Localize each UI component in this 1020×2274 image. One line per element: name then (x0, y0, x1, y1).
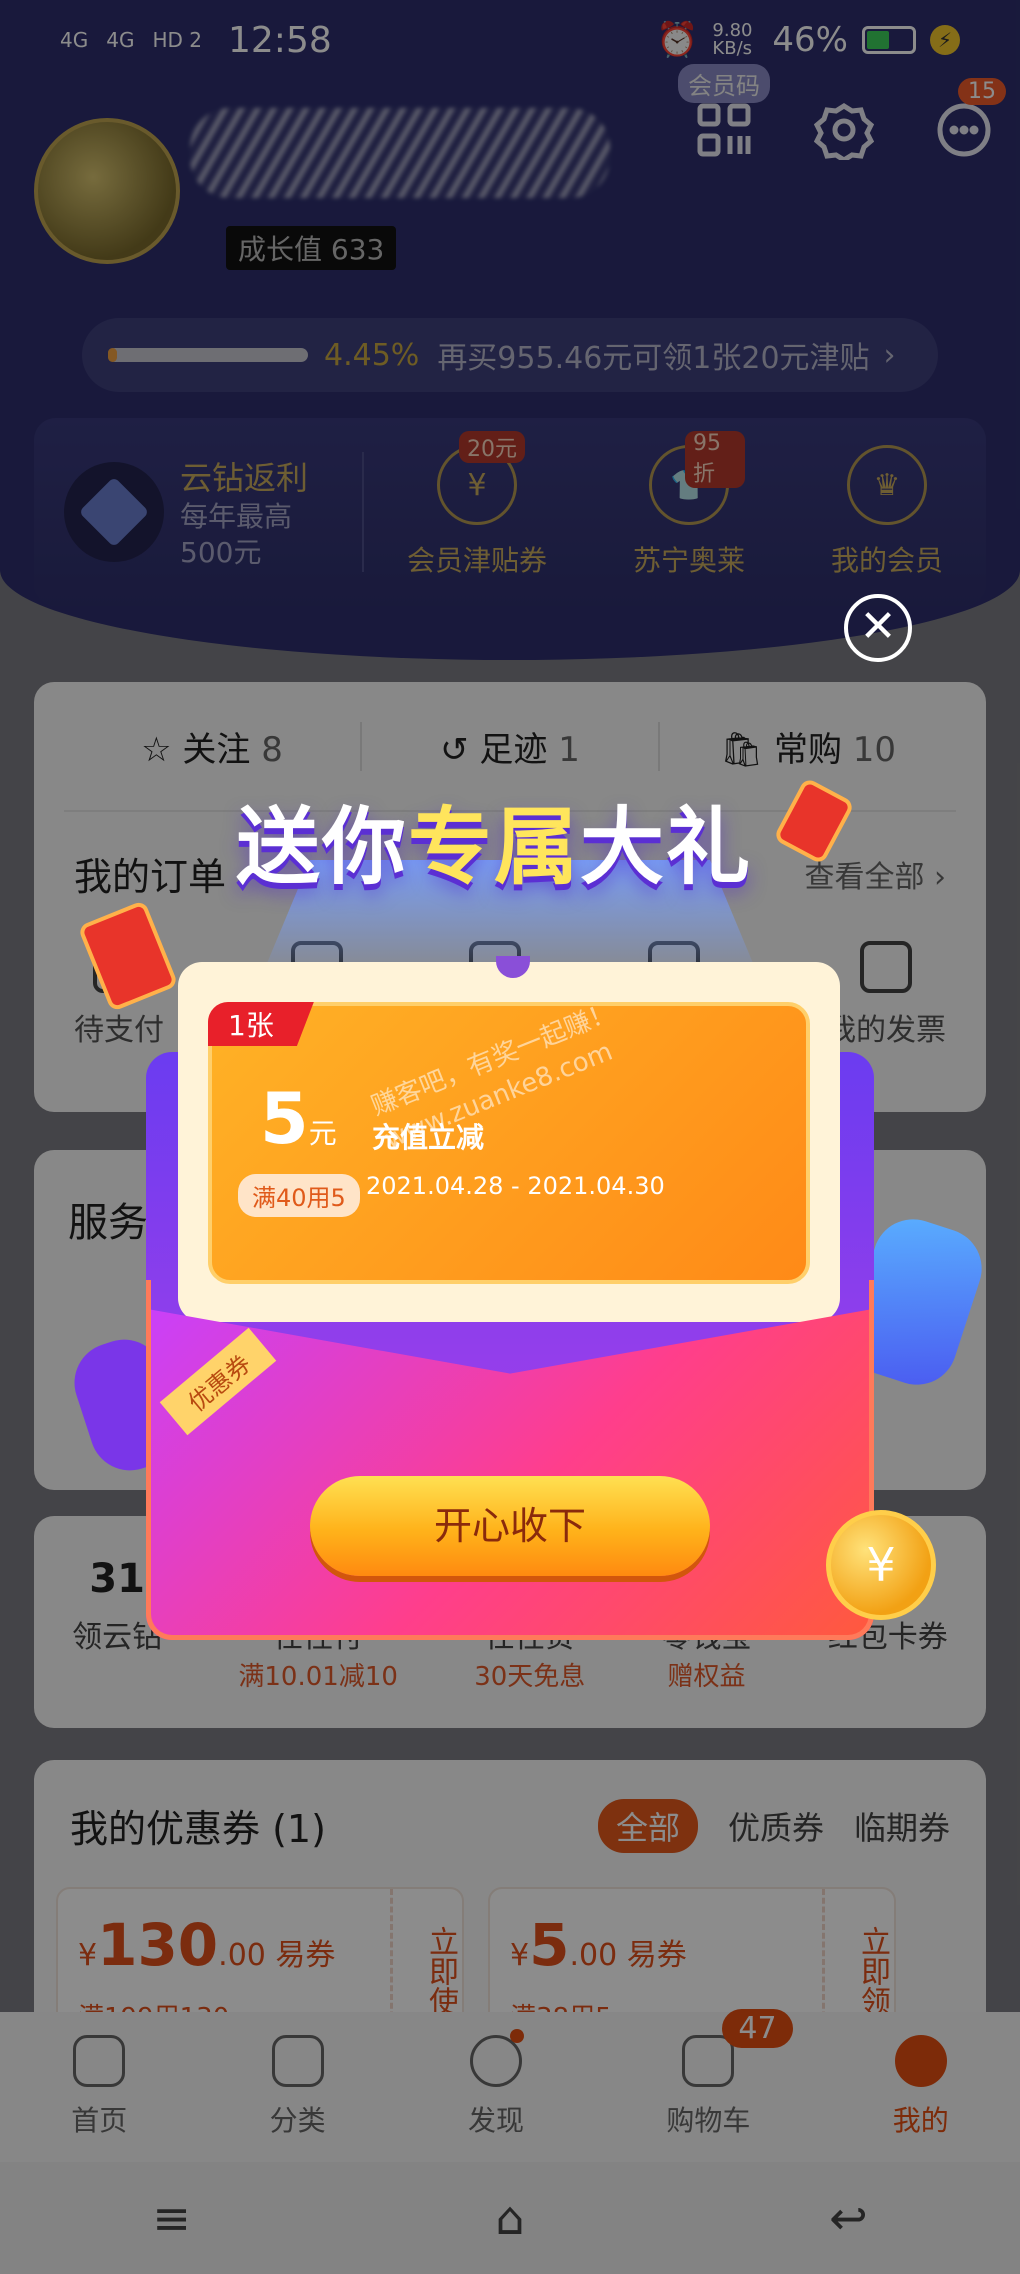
coupon-quantity-tag: 1张 (208, 1002, 314, 1046)
accept-gift-button[interactable]: 开心收下 (310, 1476, 710, 1576)
close-popup-button[interactable]: ✕ (844, 594, 912, 662)
title-post: 大礼 (580, 798, 753, 896)
gift-amount-value: 5 (260, 1078, 309, 1160)
letter-notch (496, 956, 530, 978)
coupon-letter: 1张 5元 满40用5 充值立减 2021.04.28 - 2021.04.30 (178, 956, 840, 1322)
gift-coupon-amount: 5元 (260, 1078, 337, 1160)
gift-coupon-condition: 满40用5 (238, 1174, 360, 1217)
envelope-frame (146, 1280, 874, 1640)
gift-amount-unit: 元 (308, 1117, 337, 1150)
coin-decoration: ¥ (826, 1510, 936, 1620)
gift-coupon-validity: 2021.04.28 - 2021.04.30 (366, 1172, 665, 1200)
title-pre: 送你 (236, 798, 409, 896)
popup-title: 送你专属大礼 (236, 780, 752, 901)
title-highlight: 专属 (408, 798, 581, 896)
